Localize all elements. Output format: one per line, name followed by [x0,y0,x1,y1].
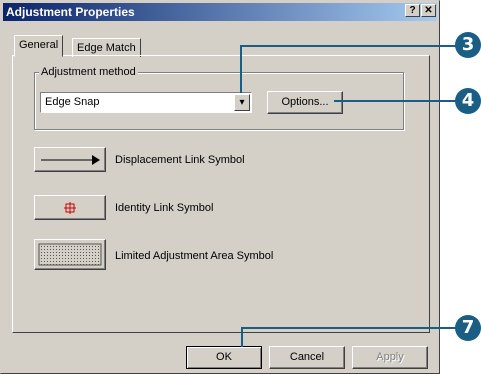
identity-link-symbol-button[interactable] [34,195,106,220]
callout-4-badge: 4 [455,88,481,114]
dotted-area-icon [38,243,102,266]
tab-edge-match-label: Edge Match [77,42,136,54]
cancel-button[interactable]: Cancel [269,346,345,369]
combo-value: Edge Snap [45,96,100,108]
adjustment-method-label: Adjustment method [39,66,138,78]
title-bar: Adjustment Properties [3,3,437,21]
callout-7-leader-drop [241,327,243,347]
adjustment-properties-dialog: Adjustment Properties ? ✕ General Edge M… [0,0,440,374]
window-title: Adjustment Properties [6,5,135,19]
limited-adjustment-area-symbol-label: Limited Adjustment Area Symbol [115,250,274,262]
arrow-right-icon [41,155,100,165]
callout-7-leader [242,327,458,329]
displacement-link-symbol-label: Displacement Link Symbol [115,154,245,166]
limited-adjustment-area-symbol-button[interactable] [34,239,106,270]
close-icon[interactable]: ✕ [421,4,436,17]
ok-button[interactable]: OK [186,346,262,369]
tab-general-label: General [19,39,59,51]
displacement-link-symbol-button[interactable] [34,147,106,172]
chevron-down-icon[interactable]: ▾ [234,94,250,111]
callout-3-leader-drop [240,45,242,93]
callout-4-leader [334,100,458,102]
identity-link-icon [64,202,76,214]
help-icon[interactable]: ? [405,4,420,17]
adjustment-method-combo[interactable]: Edge Snap ▾ [40,92,252,113]
callout-7-badge: 7 [455,315,481,341]
apply-button[interactable]: Apply [352,346,428,369]
options-button[interactable]: Options... [267,91,343,114]
callout-3-leader [241,45,459,47]
identity-link-symbol-label: Identity Link Symbol [115,202,214,214]
tab-general[interactable]: General [14,35,64,57]
callout-3-badge: 3 [455,32,481,58]
